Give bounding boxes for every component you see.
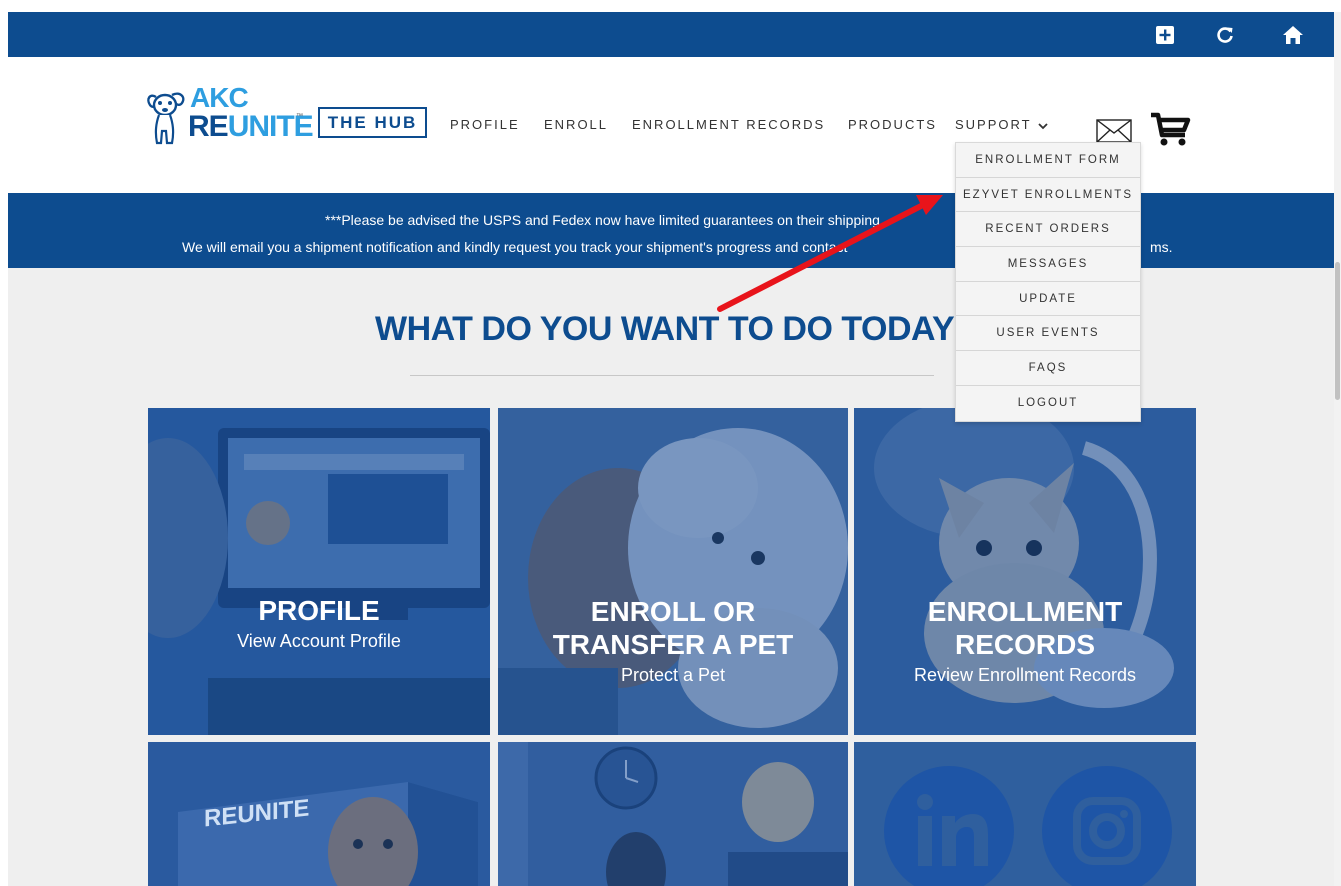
logo-text-reunite: REUNITE (188, 110, 314, 143)
nav-enroll[interactable]: ENROLL (544, 117, 608, 132)
nav-products[interactable]: PRODUCTS (848, 117, 937, 132)
the-hub-badge[interactable]: THE HUB (318, 107, 427, 138)
plus-square-icon[interactable] (1152, 22, 1178, 48)
linkedin-icon[interactable] (884, 766, 1014, 886)
tile-profile[interactable]: PROFILE View Account Profile (148, 408, 490, 735)
chevron-down-icon (1038, 122, 1048, 129)
tile-enrollment-records[interactable]: ENROLLMENT RECORDS Review Enrollment Rec… (854, 408, 1196, 735)
cart-icon[interactable] (1149, 111, 1191, 147)
akc-reunite-logo[interactable]: AKC REUNITE ™ (146, 82, 314, 155)
utility-bar (8, 12, 1334, 57)
menu-item-recent-orders[interactable]: RECENT ORDERS (956, 212, 1140, 248)
notice-line-2-tail: ms. (1150, 239, 1173, 255)
mail-icon[interactable] (1096, 119, 1132, 143)
tile-support-team[interactable] (498, 742, 848, 886)
tile-overlay (148, 742, 490, 886)
tile-subtitle: Protect a Pet (620, 665, 726, 685)
tile-social[interactable] (854, 742, 1196, 886)
support-dropdown-menu: ENROLLMENT FORM EZYVET ENROLLMENTS RECEN… (955, 142, 1141, 422)
tile-title-line-2: TRANSFER A PET (552, 629, 794, 660)
tile-overlay (148, 408, 490, 735)
tile-enroll-transfer[interactable]: ENROLL OR TRANSFER A PET Protect a Pet (498, 408, 848, 735)
page-heading: WHAT DO YOU WANT TO DO TODAY? (375, 310, 975, 348)
menu-item-logout[interactable]: LOGOUT (956, 386, 1140, 421)
nav-enrollment-records[interactable]: ENROLLMENT RECORDS (632, 117, 825, 132)
menu-item-faqs[interactable]: FAQS (956, 351, 1140, 386)
refresh-icon[interactable] (1212, 22, 1238, 48)
notice-line-2: We will email you a shipment notificatio… (182, 239, 848, 255)
tile-title: ENROLL OR (590, 596, 756, 627)
page-scrollbar[interactable] (1334, 12, 1341, 886)
menu-item-enrollment-form[interactable]: ENROLLMENT FORM (956, 143, 1140, 178)
tile-title: PROFILE (258, 595, 380, 626)
tile-title: ENROLLMENT (927, 596, 1123, 627)
menu-item-update[interactable]: UPDATE (956, 282, 1140, 317)
tile-subtitle: Review Enrollment Records (913, 665, 1137, 685)
browser-page: AKC REUNITE ™ THE HUB PROFILE ENROLL ENR… (8, 12, 1334, 886)
logo-trademark: ™ (296, 113, 303, 120)
notice-line-1: ***Please be advised the USPS and Fedex … (325, 212, 880, 228)
tile-subtitle: View Account Profile (237, 631, 401, 651)
tile-overlay (498, 742, 848, 886)
nav-support[interactable]: SUPPORT (955, 117, 1048, 132)
home-icon[interactable] (1280, 22, 1306, 48)
dog-mascot-icon (147, 92, 185, 145)
nav-profile[interactable]: PROFILE (450, 117, 520, 132)
menu-item-ezyvet-enrollments[interactable]: EZYVET ENROLLMENTS (956, 178, 1140, 213)
logo-text-akc: AKC (190, 82, 249, 113)
instagram-icon[interactable] (1042, 766, 1172, 886)
menu-item-messages[interactable]: MESSAGES (956, 247, 1140, 282)
scrollbar-thumb[interactable] (1335, 262, 1340, 400)
tile-products[interactable]: REUNITE (148, 742, 490, 886)
menu-item-user-events[interactable]: USER EVENTS (956, 316, 1140, 352)
heading-divider (410, 375, 934, 376)
tile-title-line-2: RECORDS (954, 629, 1095, 660)
nav-support-label: SUPPORT (955, 117, 1032, 132)
